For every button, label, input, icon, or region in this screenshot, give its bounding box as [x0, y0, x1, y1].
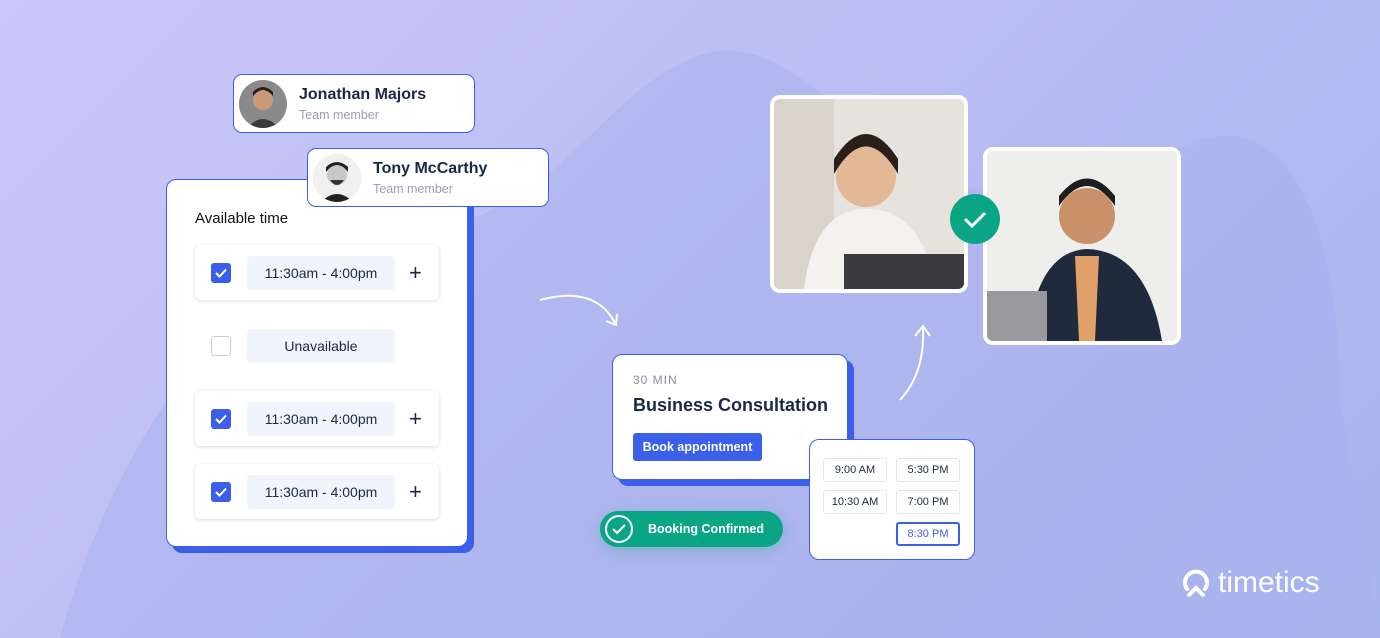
time-row: 11:30am - 4:00pm +: [195, 391, 439, 446]
event-duration: 30 MIN: [633, 373, 678, 387]
time-slot-selected[interactable]: 8:30 PM: [896, 522, 960, 546]
plus-icon[interactable]: +: [409, 406, 422, 432]
booking-confirmed-badge: Booking Confirmed: [600, 511, 783, 547]
member-card[interactable]: Tony McCarthy Team member: [307, 148, 549, 207]
timetics-logo: timetics: [1180, 566, 1320, 600]
brand-name: timetics: [1218, 566, 1320, 599]
event-title: Business Consultation: [633, 395, 829, 415]
time-slot[interactable]: 5:30 PM: [896, 458, 960, 482]
time-slot[interactable]: 10:30 AM: [823, 490, 887, 514]
checkbox-checked[interactable]: [211, 481, 231, 502]
checkbox-checked[interactable]: [211, 262, 231, 283]
time-row: 11:30am - 4:00pm +: [195, 245, 439, 300]
avatar: [239, 79, 287, 128]
checkbox-checked[interactable]: [211, 408, 231, 429]
time-slots-card: 9:00 AM 5:30 PM 10:30 AM 7:00 PM 8:30 PM: [809, 439, 975, 560]
available-time-card: Available time 11:30am - 4:00pm + Unavai…: [166, 179, 468, 547]
time-slot[interactable]: 7:00 PM: [896, 490, 960, 514]
plus-icon[interactable]: +: [409, 479, 422, 505]
time-range[interactable]: 11:30am - 4:00pm: [247, 255, 395, 290]
time-range[interactable]: 11:30am - 4:00pm: [247, 401, 395, 436]
unavailable-label: Unavailable: [247, 328, 395, 363]
checkbox-unchecked[interactable]: [211, 335, 231, 356]
arrow-icon: [899, 324, 931, 401]
time-row: 11:30am - 4:00pm +: [195, 464, 439, 519]
member-card[interactable]: Jonathan Majors Team member: [233, 74, 475, 133]
arrow-icon: [539, 294, 618, 327]
time-slot[interactable]: 9:00 AM: [823, 458, 887, 482]
member-name: Tony McCarthy: [373, 159, 488, 177]
avatar: [313, 153, 361, 202]
check-circle-icon: [605, 515, 633, 543]
timetics-logo-icon: [1183, 569, 1209, 597]
booking-confirmed-label: Booking Confirmed: [648, 522, 764, 536]
available-time-title: Available time: [195, 210, 289, 227]
time-row: Unavailable: [195, 318, 439, 373]
book-appointment-button[interactable]: Book appointment: [633, 433, 762, 461]
consultant-photo: [983, 147, 1181, 345]
member-role: Team member: [299, 107, 379, 122]
check-circle-icon: [950, 194, 1000, 244]
plus-icon[interactable]: +: [409, 260, 422, 286]
member-role: Team member: [373, 181, 453, 196]
customer-photo: [770, 95, 968, 293]
member-name: Jonathan Majors: [299, 85, 427, 103]
time-range[interactable]: 11:30am - 4:00pm: [247, 474, 395, 509]
